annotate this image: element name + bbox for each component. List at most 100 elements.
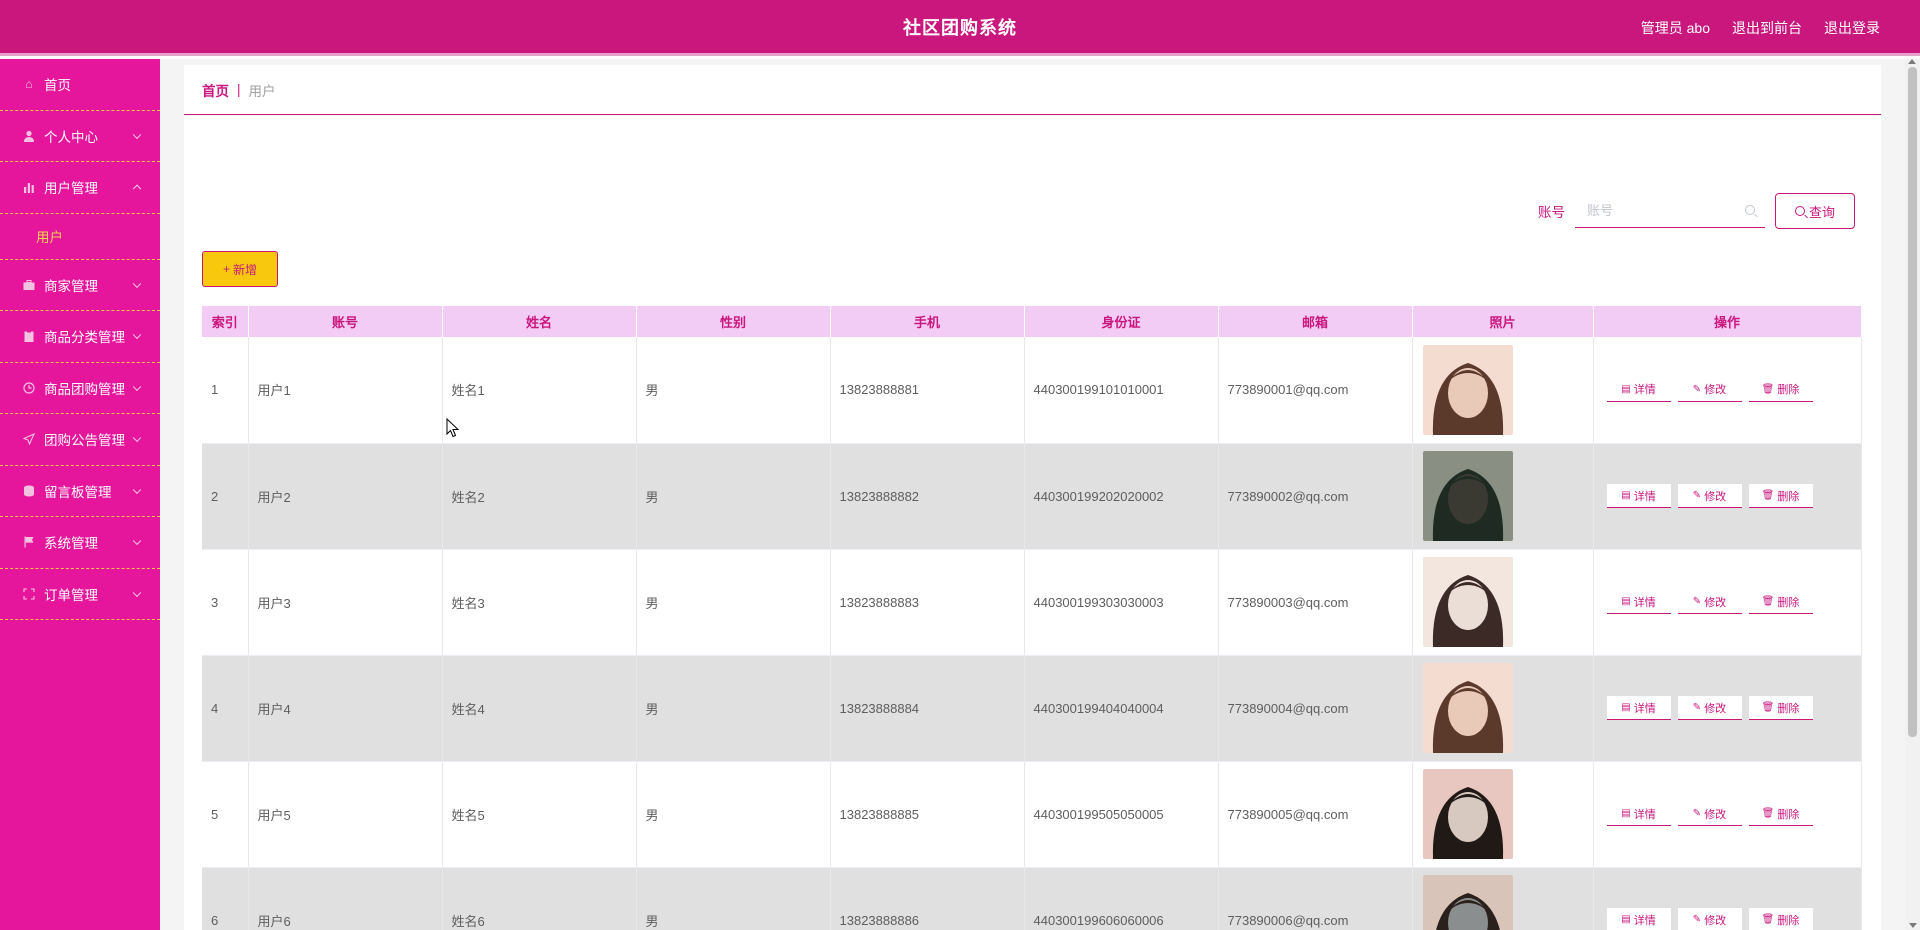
cell-id-card: 440300199202020002: [1024, 443, 1219, 550]
edit-button[interactable]: ✎ 修改: [1677, 696, 1742, 720]
sidebar-item-label: 商品团购管理: [44, 381, 125, 397]
cell-name: 姓名2: [442, 443, 637, 550]
edit-icon: ✎: [1692, 702, 1702, 713]
sidebar-subitem-user[interactable]: 用户: [0, 214, 160, 260]
delete-button[interactable]: 🗑 删除: [1748, 802, 1813, 826]
sidebar-item-label: 首页: [44, 78, 71, 94]
table-row: 4 用户4 姓名4 男 13823888884 440300199404040004 773…: [202, 655, 1862, 762]
database-icon: [22, 484, 36, 498]
sidebar-item-announcement-management[interactable]: 团购公告管理: [0, 414, 160, 466]
edit-button[interactable]: ✎ 修改: [1677, 802, 1742, 826]
cell-name: 姓名6: [442, 867, 637, 930]
cell-email: 773890004@qq.com: [1218, 655, 1413, 762]
sidebar-item-order-management[interactable]: 订单管理: [0, 569, 160, 620]
delete-button[interactable]: 🗑 删除: [1748, 908, 1813, 930]
chevron-down-icon: [132, 130, 142, 139]
user-photo[interactable]: [1422, 344, 1513, 435]
user-table: 索引 账号 姓名 性别 手机 身份证 邮箱 照片 操作 1 用户1 姓名1 男 1382…: [202, 306, 1862, 930]
user-photo[interactable]: [1422, 663, 1513, 753]
cell-name: 姓名5: [442, 761, 637, 868]
exit-to-front-link[interactable]: 退出到前台: [1732, 0, 1802, 56]
column-header: 姓名: [442, 306, 637, 337]
edit-button[interactable]: ✎ 修改: [1677, 484, 1742, 508]
document-icon: ▤: [1621, 383, 1631, 395]
column-header: 邮箱: [1218, 306, 1413, 337]
page-scrollbar[interactable]: [1905, 59, 1920, 930]
cell-account: 用户2: [248, 443, 443, 550]
table-header-row: 索引 账号 姓名 性别 手机 身份证 邮箱 照片 操作: [202, 306, 1862, 337]
detail-button[interactable]: ▤ 详情: [1606, 696, 1671, 720]
edit-icon: ✎: [1692, 490, 1702, 501]
detail-button[interactable]: ▤ 详情: [1606, 590, 1671, 614]
breadcrumb-home[interactable]: 首页: [202, 80, 229, 100]
sidebar-item-groupbuy-management[interactable]: 商品团购管理: [0, 363, 160, 414]
edit-label: 修改: [1704, 808, 1727, 821]
query-button[interactable]: 查询: [1775, 193, 1855, 229]
detail-button[interactable]: ▤ 详情: [1606, 484, 1671, 508]
search-icon: [1794, 206, 1805, 216]
sidebar-item-user-management[interactable]: 用户管理: [0, 162, 160, 214]
user-photo[interactable]: [1422, 769, 1513, 859]
user-photo[interactable]: [1422, 451, 1513, 541]
edit-button[interactable]: ✎ 修改: [1677, 590, 1742, 614]
query-button-label: 查询: [1808, 204, 1835, 220]
cell-operations: ▤ 详情 ✎ 修改 🗑 删除: [1593, 761, 1862, 868]
trash-icon: 🗑: [1761, 702, 1775, 713]
scroll-down-icon[interactable]: [1909, 923, 1917, 928]
sidebar-item-system-management[interactable]: 系统管理: [0, 517, 160, 569]
home-icon: ⌂: [25, 77, 33, 92]
crop-icon: [22, 587, 36, 601]
cell-account: 用户5: [248, 761, 443, 868]
user-photo[interactable]: [1422, 875, 1513, 930]
sidebar-item-home[interactable]: ⌂ 首页: [0, 59, 160, 111]
edit-button[interactable]: ✎ 修改: [1677, 908, 1742, 930]
sidebar-item-merchant-management[interactable]: 商家管理: [0, 260, 160, 311]
cell-phone: 13823888884: [830, 655, 1025, 762]
search-field: [1575, 194, 1765, 228]
delete-button[interactable]: 🗑 删除: [1748, 590, 1813, 614]
delete-button[interactable]: 🗑 删除: [1748, 484, 1813, 508]
table-row: 3 用户3 姓名3 男 13823888883 440300199303030003 773…: [202, 549, 1862, 656]
cell-gender: 男: [636, 867, 831, 930]
breadcrumb-separator: |: [237, 82, 241, 97]
delete-label: 删除: [1777, 596, 1800, 609]
edit-label: 修改: [1704, 596, 1727, 609]
document-icon: ▤: [1621, 808, 1631, 819]
cell-account: 用户3: [248, 549, 443, 656]
delete-button[interactable]: 🗑 删除: [1748, 377, 1813, 402]
sidebar-item-label: 个人中心: [44, 129, 98, 145]
cell-phone: 13823888882: [830, 443, 1025, 550]
delete-label: 删除: [1777, 702, 1800, 715]
account-search-input[interactable]: [1575, 194, 1765, 227]
search-form: 账号 查询: [1538, 193, 1855, 229]
user-photo[interactable]: [1422, 557, 1513, 647]
scrollbar-thumb[interactable]: [1908, 67, 1917, 737]
mouse-cursor-icon: [446, 418, 460, 438]
trash-icon: 🗑: [1761, 808, 1775, 819]
delete-button[interactable]: 🗑 删除: [1748, 696, 1813, 720]
edit-button[interactable]: ✎ 修改: [1677, 377, 1742, 402]
edit-icon: ✎: [1692, 914, 1702, 925]
sidebar-item-personal-center[interactable]: 个人中心: [0, 111, 160, 162]
logout-link[interactable]: 退出登录: [1824, 0, 1880, 56]
detail-button[interactable]: ▤ 详情: [1606, 802, 1671, 826]
sidebar-item-label: 用户管理: [44, 181, 98, 197]
chevron-down-icon: [132, 279, 142, 288]
detail-button[interactable]: ▤ 详情: [1606, 908, 1671, 930]
content-panel: 账号 查询 + 新增 索引 账号 姓名: [184, 116, 1881, 930]
detail-button[interactable]: ▤ 详情: [1606, 377, 1671, 402]
sidebar-item-category-management[interactable]: 商品分类管理: [0, 311, 160, 363]
scroll-up-icon[interactable]: [1908, 59, 1916, 64]
column-header: 索引: [202, 306, 249, 337]
clock-icon: [22, 381, 36, 395]
sidebar-item-message-board-management[interactable]: 留言板管理: [0, 466, 160, 517]
add-button[interactable]: + 新增: [202, 251, 278, 287]
cell-account: 用户6: [248, 867, 443, 930]
cell-id-card: 440300199505050005: [1024, 761, 1219, 868]
trash-icon: 🗑: [1761, 596, 1775, 607]
edit-icon: ✎: [1692, 596, 1702, 607]
delete-label: 删除: [1777, 808, 1800, 821]
trash-icon: 🗑: [1761, 383, 1775, 395]
cell-email: 773890001@qq.com: [1218, 337, 1413, 444]
document-icon: ▤: [1621, 490, 1631, 501]
